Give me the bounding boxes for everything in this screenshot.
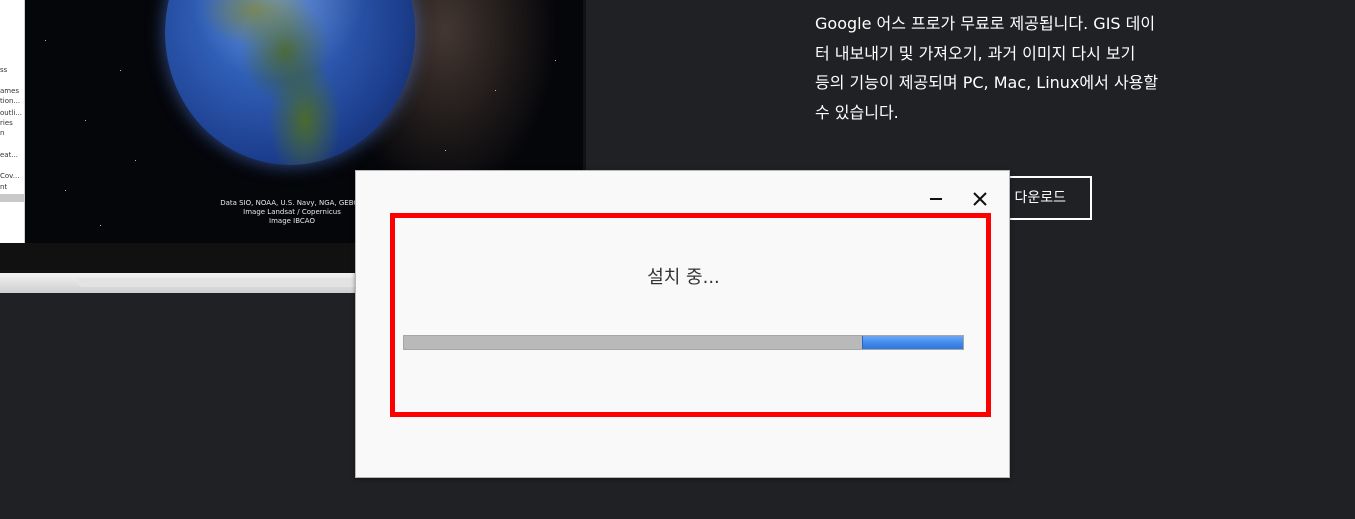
close-icon <box>973 192 987 206</box>
side-panel-line: ames <box>0 87 20 95</box>
side-panel-line: outli... <box>0 109 23 117</box>
side-panel-line: ss <box>0 66 8 74</box>
description-line: Google 어스 프로가 무료로 제공됩니다. GIS 데이 <box>815 14 1156 33</box>
highlight-box <box>390 213 991 417</box>
side-panel-selection <box>0 194 24 202</box>
close-button[interactable] <box>968 187 992 211</box>
earth-side-panel: ss ames tion... outli... ries n eat... C… <box>0 0 25 243</box>
side-panel-line: eat... <box>0 151 19 159</box>
installer-dialog: 설치 중... <box>355 170 1010 478</box>
description-line: 터 내보내기 및 가져오기, 과거 이미지 다시 보기 <box>815 43 1136 63</box>
imagery-attribution: Data SIO, NOAA, U.S. Navy, NGA, GEBCO Im… <box>220 199 364 225</box>
laptop-notch <box>78 278 378 287</box>
earth-globe-image <box>165 0 415 165</box>
side-panel-line: tion... <box>0 97 21 105</box>
side-panel-line: nt <box>0 183 8 191</box>
minimize-button[interactable] <box>924 187 948 211</box>
minimize-icon <box>930 198 942 200</box>
description-line: 등의 기능이 제공되며 PC, Mac, Linux에서 사용할 <box>815 73 1159 92</box>
description-line: 수 있습니다. <box>815 102 899 122</box>
side-panel-line: Cov... <box>0 172 20 180</box>
side-panel-line: ries <box>0 119 13 127</box>
side-panel-line: n <box>0 129 5 137</box>
product-description: Google 어스 프로가 무료로 제공됩니다. GIS 데이 터 내보내기 및… <box>815 9 1215 127</box>
